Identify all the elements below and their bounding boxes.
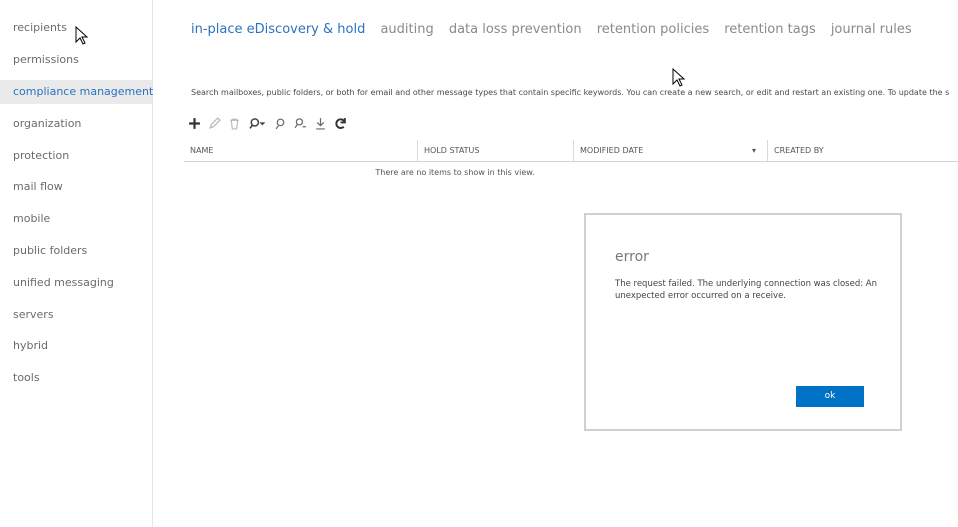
tab-bar: in-place eDiscovery & hold auditing data…	[191, 18, 922, 37]
mouse-cursor-icon	[75, 26, 89, 45]
tab-data-loss-prevention[interactable]: data loss prevention	[449, 22, 582, 37]
delete-icon[interactable]	[225, 114, 243, 132]
page-description: Search mailboxes, public folders, or bot…	[191, 88, 950, 97]
refresh-icon[interactable]	[331, 114, 349, 132]
edit-icon[interactable]	[205, 114, 223, 132]
column-header-modified-date[interactable]: MODIFIED DATE	[574, 140, 744, 161]
error-dialog: error The request failed. The underlying…	[584, 213, 902, 431]
tab-auditing[interactable]: auditing	[380, 22, 433, 37]
sidebar-item-protection[interactable]: protection	[0, 144, 152, 168]
sidebar-item-compliance-management[interactable]: compliance management	[0, 80, 153, 104]
export-icon[interactable]	[311, 114, 329, 132]
column-header-created-by[interactable]: CREATED BY	[768, 140, 958, 161]
tab-retention-policies[interactable]: retention policies	[597, 22, 709, 37]
sidebar-item-mail-flow[interactable]: mail flow	[0, 175, 152, 199]
sidebar-item-public-folders[interactable]: public folders	[0, 239, 152, 263]
tab-in-place-ediscovery-hold[interactable]: in-place eDiscovery & hold	[191, 22, 365, 37]
tab-journal-rules[interactable]: journal rules	[831, 22, 912, 37]
mouse-cursor-icon	[672, 68, 686, 87]
toolbar	[185, 114, 351, 132]
copy-search-icon[interactable]	[291, 114, 309, 132]
dialog-message: The request failed. The underlying conne…	[615, 279, 878, 301]
tab-retention-tags[interactable]: retention tags	[724, 22, 816, 37]
sidebar-item-hybrid[interactable]: hybrid	[0, 334, 152, 358]
sidebar-item-organization[interactable]: organization	[0, 112, 152, 136]
add-icon[interactable]	[185, 114, 203, 132]
empty-message: There are no items to show in this view.	[375, 168, 535, 177]
preview-icon[interactable]	[271, 114, 289, 132]
sidebar-item-servers[interactable]: servers	[0, 303, 152, 327]
column-header-hold-status[interactable]: HOLD STATUS	[418, 140, 573, 161]
sort-descending-icon[interactable]: ▾	[752, 140, 766, 161]
sidebar-item-tools[interactable]: tools	[0, 366, 152, 390]
sidebar-item-permissions[interactable]: permissions	[0, 48, 152, 72]
dialog-title: error	[615, 249, 649, 265]
search-icon[interactable]	[245, 114, 269, 132]
sidebar-nav: recipients permissions compliance manage…	[0, 0, 153, 527]
column-header-name[interactable]: NAME	[184, 140, 417, 161]
sidebar-item-mobile[interactable]: mobile	[0, 207, 152, 231]
sidebar-item-unified-messaging[interactable]: unified messaging	[0, 271, 152, 295]
results-table-header: NAME HOLD STATUS MODIFIED DATE ▾ CREATED…	[184, 140, 958, 162]
ok-button[interactable]: ok	[796, 386, 864, 407]
